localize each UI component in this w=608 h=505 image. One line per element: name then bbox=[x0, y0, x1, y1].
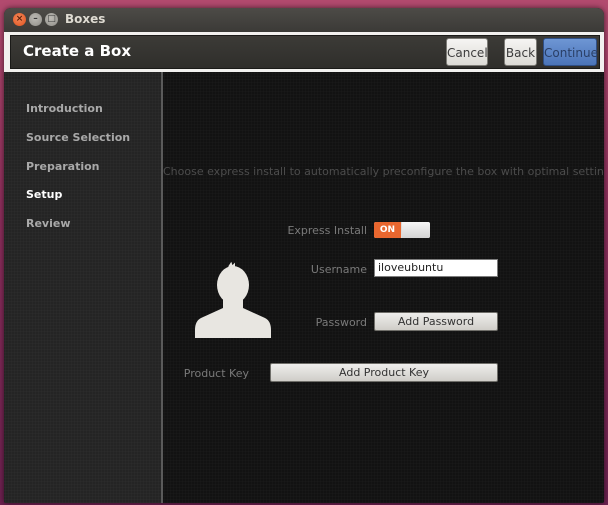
password-label: Password bbox=[315, 316, 367, 329]
username-label: Username bbox=[310, 263, 367, 276]
username-input[interactable]: iloveubuntu bbox=[374, 259, 498, 277]
boxes-window: × – □ Boxes Create a Box Cancel Back Con… bbox=[4, 8, 604, 503]
back-button[interactable]: Back bbox=[504, 38, 537, 66]
wizard-sidebar: Introduction Source Selection Preparatio… bbox=[4, 72, 163, 503]
maximize-icon[interactable]: □ bbox=[45, 13, 58, 26]
cancel-button[interactable]: Cancel bbox=[446, 38, 488, 66]
add-product-key-button[interactable]: Add Product Key bbox=[270, 363, 498, 382]
header-bar: Create a Box Cancel Back Continue bbox=[4, 32, 604, 72]
express-install-toggle[interactable]: ON bbox=[374, 222, 430, 238]
toggle-on-label: ON bbox=[374, 222, 401, 238]
window-title: Boxes bbox=[65, 12, 106, 26]
minimize-icon[interactable]: – bbox=[29, 13, 42, 26]
sidebar-item-introduction: Introduction bbox=[26, 102, 103, 115]
express-install-label: Express Install bbox=[287, 224, 367, 237]
express-install-hint: Choose express install to automatically … bbox=[163, 165, 604, 178]
page-title: Create a Box bbox=[23, 42, 132, 60]
sidebar-item-setup: Setup bbox=[26, 188, 63, 201]
close-icon[interactable]: × bbox=[13, 13, 26, 26]
header-toolbar: Create a Box Cancel Back Continue bbox=[10, 35, 600, 69]
setup-panel: Choose express install to automatically … bbox=[163, 72, 604, 503]
sidebar-item-review: Review bbox=[26, 217, 71, 230]
title-bar: × – □ Boxes bbox=[4, 8, 604, 32]
toggle-knob bbox=[402, 222, 430, 238]
add-password-button[interactable]: Add Password bbox=[374, 312, 498, 331]
sidebar-item-preparation: Preparation bbox=[26, 160, 100, 173]
continue-button[interactable]: Continue bbox=[543, 38, 598, 66]
product-key-label: Product Key bbox=[183, 367, 249, 380]
sidebar-item-source-selection: Source Selection bbox=[26, 131, 131, 144]
